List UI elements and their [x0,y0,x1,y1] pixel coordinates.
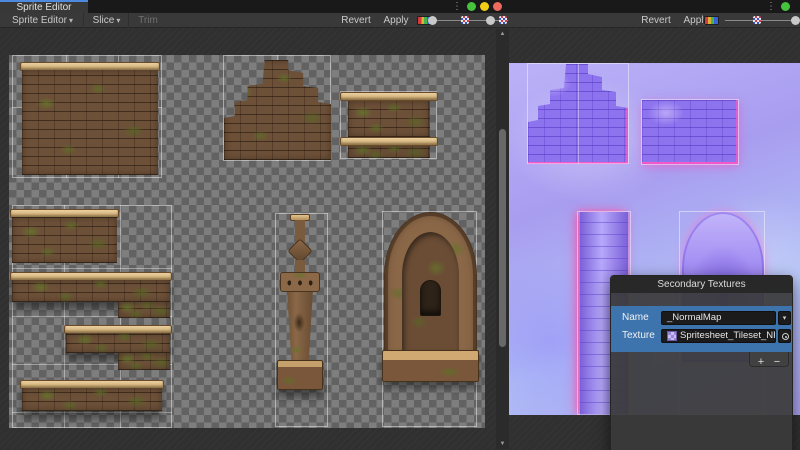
tab-sprite-editor[interactable]: Sprite Editor [0,0,88,13]
name-row: Name _NormalMap ▾ [611,311,792,327]
texture-row: Texture Spritesheet_Tileset_NRM [611,329,792,345]
name-dropdown-button[interactable]: ▾ [778,311,791,325]
stone-cap [340,92,438,101]
scrollbar-thumb[interactable] [499,129,506,347]
name-value-dropdown[interactable]: _NormalMap [661,311,776,325]
trim-button[interactable]: Trim [130,13,166,28]
sprite-wall-segment[interactable] [12,209,117,263]
slice-line [578,63,579,164]
chevron-down-icon: ▾ [783,315,787,322]
window-controls-right: ⋮ [766,1,800,12]
panel-title: Secondary Textures [611,276,792,293]
apply-label: Apply [383,15,408,26]
slice-dropdown[interactable]: Slice▾ [85,13,129,28]
kebab-menu-icon[interactable]: ⋮ [452,1,462,12]
trim-label: Trim [138,15,158,26]
remove-texture-button[interactable]: − [769,356,785,369]
revert-label: Revert [341,15,370,26]
texture-object-field[interactable]: Spritesheet_Tileset_NRM [661,329,776,343]
slice-label: Slice [93,15,115,26]
sprite-ledge-long[interactable] [12,272,170,302]
secondary-textures-panel: Secondary Textures Name _NormalMap ▾ Tex… [610,275,793,450]
slice-line [12,268,172,269]
texture-marker-icon[interactable] [461,16,469,24]
brick-body [12,280,170,302]
revert-button-left[interactable]: Revert [336,13,376,28]
slider-track[interactable] [725,20,800,21]
slider-handle[interactable] [428,16,437,25]
sprite-editor-mode-dropdown[interactable]: Sprite Editor▾ [2,13,84,28]
pillar-capital-skulls [280,272,320,292]
kebab-menu-icon[interactable]: ⋮ [766,1,776,12]
brick-body [66,333,170,353]
sprite-editor-window: Sprite Editor ⋮ ⋮ Sprite Editor▾ Slice▾ … [0,0,800,450]
alpha-zoom-slider-left[interactable] [428,13,508,28]
chevron-down-icon: ▾ [116,16,120,25]
brick-body [118,302,170,318]
brick-body [348,146,430,158]
slice-line [12,412,172,413]
object-picker-button[interactable] [778,329,791,343]
sprite-ledge-extension[interactable] [118,302,170,318]
texture-marker-icon[interactable] [499,16,507,24]
stone-cap [340,137,438,146]
sprite-ledge-bottom[interactable] [22,380,162,411]
revert-label: Revert [641,15,670,26]
pillar-base [277,360,323,390]
brick-body [118,353,170,370]
brick-body [22,388,162,411]
brick-body [348,101,430,137]
scroll-up-icon[interactable]: ▲ [496,29,509,39]
window-controls-left: ⋮ [452,1,504,12]
add-texture-button[interactable]: + [753,356,769,369]
window-dot-green-icon[interactable] [781,2,790,11]
tab-label: Sprite Editor [16,2,71,13]
brick-body [224,60,331,160]
spritesheet-canvas[interactable] [9,55,485,428]
texture-label: Texture [622,330,655,341]
toolbar: Sprite Editor▾ Slice▾ Trim Revert Apply … [0,13,800,28]
sprite-ledge-mid[interactable] [66,325,170,353]
slider-handle[interactable] [791,16,800,25]
selected-secondary-texture-entry[interactable]: Name _NormalMap ▾ Texture Spritesheet_Ti… [611,306,792,352]
window-dot-yellow-icon[interactable] [480,2,489,11]
scroll-down-icon[interactable]: ▼ [496,439,509,449]
pillar-shaft [280,292,320,360]
vertical-scrollbar[interactable]: ▲ ▼ [496,29,509,449]
editor-content: ▲ ▼ Secondary Textures Name _NormalMap ▾ [0,28,800,450]
texture-thumbnail-icon [667,331,677,341]
slice-rect[interactable] [641,99,739,165]
apply-button-left[interactable]: Apply [378,13,414,28]
slider-handle[interactable] [486,16,495,25]
brick-body [22,70,158,175]
list-footer: +− [749,352,789,367]
tab-bar: Sprite Editor ⋮ ⋮ [0,0,800,13]
sprite-platform-block[interactable] [340,92,438,158]
texture-marker-icon[interactable] [753,16,761,24]
window-dot-green-icon[interactable] [467,2,476,11]
sprite-arch-doorway[interactable] [384,212,477,382]
sprite-editor-mode-label: Sprite Editor [12,15,67,26]
color-channels-swatch-icon[interactable] [704,16,719,25]
texture-value: Spritesheet_Tileset_NRM [680,330,776,341]
sprite-wall-large[interactable] [22,62,158,175]
name-label: Name [622,312,649,323]
chevron-down-icon: ▾ [69,16,73,25]
revert-button-right[interactable]: Revert [636,13,676,28]
alpha-zoom-slider-right[interactable] [725,13,800,28]
sprite-wall-broken[interactable] [224,60,331,160]
arch-niche-window [420,280,441,316]
sprite-pillar-totem[interactable] [277,214,323,390]
brick-body [12,217,117,263]
arch-base-plinth [382,350,479,382]
sprite-ledge-extension[interactable] [118,353,170,370]
window-dot-red-icon[interactable] [493,2,502,11]
